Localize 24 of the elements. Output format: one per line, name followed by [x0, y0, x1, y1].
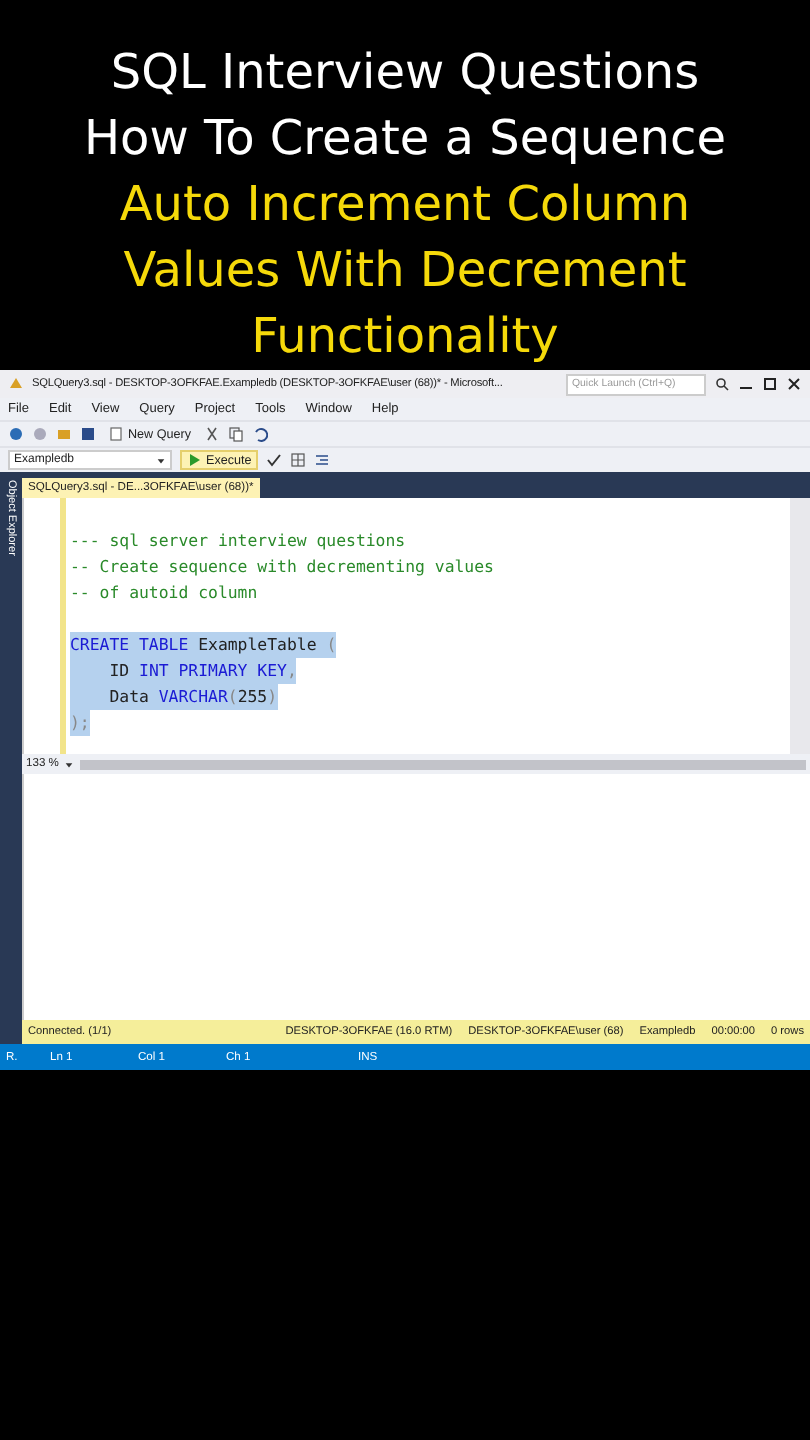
- document-icon: [108, 426, 124, 442]
- cut-icon[interactable]: [203, 426, 219, 442]
- maximize-icon[interactable]: [762, 376, 778, 392]
- grid-icon[interactable]: [289, 452, 306, 468]
- headline-text: Auto Increment Column: [119, 174, 691, 236]
- close-icon[interactable]: [786, 376, 802, 392]
- app-logo-icon: [8, 376, 24, 392]
- headline-text: Functionality: [251, 306, 559, 368]
- caret-icon[interactable]: [64, 759, 75, 769]
- code-line: -- of autoid column: [70, 580, 258, 606]
- headline-text: Values With Decrement: [123, 240, 687, 302]
- vertical-scrollbar[interactable]: [790, 498, 810, 754]
- indent-icon[interactable]: [313, 452, 330, 468]
- horizontal-scrollbar[interactable]: [80, 759, 806, 769]
- copy-icon[interactable]: [227, 426, 243, 442]
- search-icon[interactable]: [714, 376, 730, 392]
- caret-icon[interactable]: [156, 455, 166, 465]
- undo-icon[interactable]: [251, 426, 267, 442]
- headline-text: How To Create a Sequence: [84, 108, 726, 170]
- code-line: --- sql server interview questions: [70, 528, 406, 554]
- play-icon: [186, 452, 202, 468]
- code-line: -- Create sequence with decrementing values: [70, 554, 494, 580]
- check-icon[interactable]: [265, 452, 282, 468]
- headline-text: SQL Interview Questions: [110, 42, 700, 104]
